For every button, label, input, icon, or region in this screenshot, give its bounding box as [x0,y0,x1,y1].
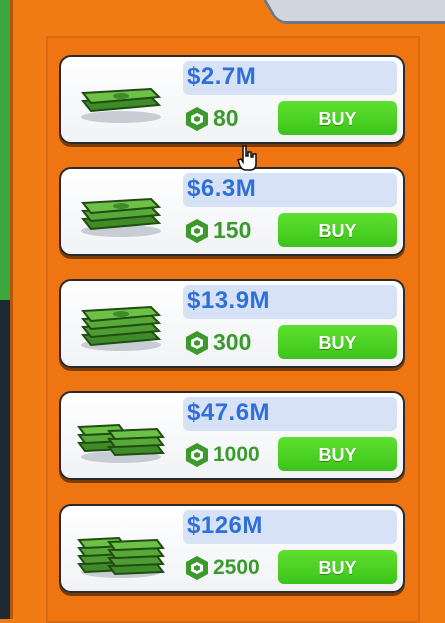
cash-stack-icon [81,305,162,351]
cash-stack-icon [77,536,165,578]
shop-item-1: $2.7M 80 BUY [59,55,405,144]
robux-icon [186,219,208,243]
cost-label: 150 [213,217,252,243]
price-label: $13.9M [187,287,271,314]
cost-label: 2500 [213,556,260,579]
cost-label: 80 [213,105,239,131]
cost-label: 1000 [213,443,260,466]
shop-item-3: $13.9M 300 BUY [59,279,405,368]
cash-stack-icon [81,87,162,123]
price-label: $6.3M [187,175,257,202]
cash-stack-icon [77,423,165,463]
shop-item-4: $47.6M 1000 BUY [59,391,405,480]
cash-stack-icon [81,197,162,237]
price-label: $2.7M [187,63,257,90]
shop-item-5: $126M 2500 BUY [59,504,405,593]
price-label: $47.6M [187,399,271,426]
robux-icon [186,107,208,131]
price-label: $126M [187,512,263,539]
hand-cursor-icon [237,145,257,171]
buy-button[interactable]: BUY [278,325,397,359]
robux-icon [186,556,208,580]
shop-item-2: $6.3M 150 BUY [59,167,405,256]
cost-label: 300 [213,329,252,355]
robux-icon [186,331,208,355]
buy-button[interactable]: BUY [278,437,397,471]
buy-button[interactable]: BUY [278,550,397,584]
buy-button[interactable]: BUY [278,101,397,135]
header-strip [258,0,445,24]
robux-icon [186,443,208,467]
buy-button[interactable]: BUY [278,213,397,247]
